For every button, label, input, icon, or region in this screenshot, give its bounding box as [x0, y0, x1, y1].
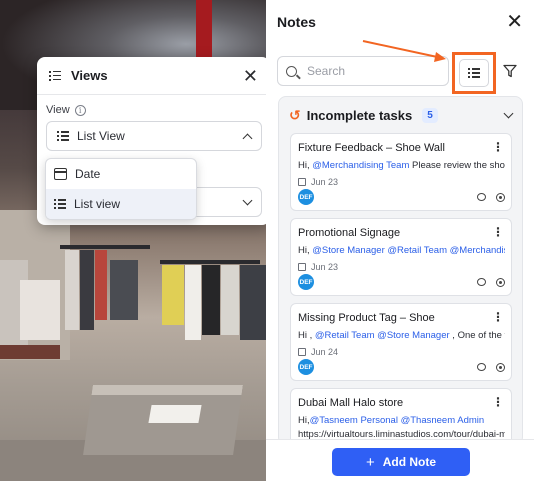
mention-tag[interactable]: @Merchandising Te	[450, 245, 505, 256]
task-card[interactable]: Missing Product Tag – Shoe ⋮ Hi , @Retai…	[290, 303, 512, 381]
task-date-text: Jun 24	[311, 347, 339, 357]
incomplete-tasks-section: ↺ Incomplete tasks 5 Fixture Feedback – …	[278, 96, 523, 445]
filter-button[interactable]	[500, 59, 520, 83]
chevron-down-icon	[242, 195, 253, 205]
locate-icon[interactable]	[496, 192, 505, 202]
task-card[interactable]: Fixture Feedback – Shoe Wall ⋮ Hi, @Merc…	[290, 133, 512, 211]
plus-icon: +	[365, 453, 375, 471]
task-title: Fixture Feedback – Shoe Wall	[298, 142, 445, 154]
more-options-icon[interactable]: ⋮	[492, 396, 504, 408]
mention-tag[interactable]: @Retail Team	[315, 330, 375, 341]
avatar: DEF	[298, 274, 314, 290]
task-body: Hi, @Store Manager @Retail Team @Merchan…	[298, 245, 505, 256]
avatar: DEF	[298, 189, 314, 205]
task-body: Hi,@Tasneem Personal @Thasneem Admin	[298, 415, 505, 426]
view-label: View	[46, 104, 70, 116]
notes-title: Notes	[277, 14, 316, 30]
chevron-up-icon	[242, 133, 253, 143]
more-options-icon[interactable]: ⋮	[492, 311, 504, 323]
mention-tag[interactable]: @Retail Team	[387, 245, 447, 256]
mention-tag[interactable]: @Tasneem Personal	[310, 415, 398, 426]
task-date: Jun 23	[298, 262, 505, 272]
search-icon	[286, 65, 297, 77]
task-title: Missing Product Tag – Shoe	[298, 312, 435, 324]
info-icon[interactable]: i	[74, 104, 86, 116]
tasks-section-header[interactable]: ↺ Incomplete tasks 5	[279, 97, 522, 133]
search-box[interactable]	[277, 56, 449, 86]
close-icon[interactable]: ✕	[506, 12, 523, 32]
tasks-count-badge: 5	[422, 107, 438, 123]
task-body-text: , One of the tags fo	[452, 330, 505, 341]
list-view-button[interactable]	[452, 52, 496, 94]
task-date: Jun 23	[298, 177, 505, 187]
task-body-text: Please review the shoe wall	[412, 160, 505, 171]
view-select-value: List View	[77, 129, 125, 143]
search-input[interactable]	[307, 64, 437, 78]
mention-tag[interactable]: @Thasneem Admin	[401, 415, 485, 426]
task-card[interactable]: Promotional Signage ⋮ Hi, @Store Manager…	[290, 218, 512, 296]
list-icon	[49, 70, 61, 81]
task-body-text: Hi ,	[298, 330, 315, 341]
add-note-button[interactable]: + Add Note	[332, 448, 470, 476]
task-date-text: Jun 23	[311, 262, 339, 272]
calendar-icon	[298, 263, 306, 271]
calendar-icon	[54, 168, 67, 180]
task-body-text: Hi,	[298, 415, 310, 426]
task-date: Jun 24	[298, 347, 505, 357]
notes-footer: + Add Note	[266, 439, 534, 481]
more-options-icon[interactable]: ⋮	[492, 226, 504, 238]
task-card[interactable]: Dubai Mall Halo store ⋮ Hi,@Tasneem Pers…	[290, 388, 512, 444]
views-panel-header: Views ✕	[37, 57, 270, 95]
view-select[interactable]: List View	[46, 121, 262, 151]
view-option-label: Date	[75, 167, 101, 181]
mention-tag[interactable]: @Merchandising Team	[312, 160, 409, 171]
mention-tag[interactable]: @Store Manager	[377, 330, 449, 341]
task-title: Dubai Mall Halo store	[298, 397, 404, 409]
task-body-text: Hi,	[298, 160, 313, 171]
view-label-row: View i	[46, 104, 86, 116]
task-title: Promotional Signage	[298, 227, 401, 239]
chevron-down-icon[interactable]	[503, 108, 514, 118]
task-body: Hi , @Retail Team @Store Manager , One o…	[298, 330, 505, 341]
view-option-list[interactable]: List view	[46, 189, 196, 219]
mention-tag[interactable]: @Store Manager	[312, 245, 384, 256]
view-option-label: List view	[74, 197, 121, 211]
list-icon	[57, 131, 69, 141]
view-options-menu: Date List view	[45, 158, 197, 220]
locate-icon[interactable]	[496, 277, 505, 287]
avatar: DEF	[298, 359, 314, 375]
calendar-icon	[298, 348, 306, 356]
list-icon	[54, 199, 66, 209]
calendar-icon	[298, 178, 306, 186]
more-options-icon[interactable]: ⋮	[492, 141, 504, 153]
refresh-icon: ↺	[289, 106, 301, 123]
notes-header: Notes ✕	[266, 0, 534, 44]
task-date-text: Jun 23	[311, 177, 339, 187]
locate-icon[interactable]	[496, 362, 505, 372]
task-body-text: Hi,	[298, 245, 313, 256]
filter-icon	[503, 64, 517, 78]
comment-icon[interactable]	[477, 277, 486, 286]
tasks-section-label: Incomplete tasks	[306, 107, 413, 123]
task-body: Hi, @Merchandising Team Please review th…	[298, 160, 505, 171]
comment-icon[interactable]	[477, 192, 486, 201]
close-icon[interactable]: ✕	[243, 67, 258, 85]
list-icon	[468, 68, 480, 78]
comment-icon[interactable]	[477, 362, 486, 371]
views-panel-title: Views	[71, 68, 108, 83]
add-note-label: Add Note	[382, 455, 437, 469]
view-option-date[interactable]: Date	[46, 159, 196, 189]
